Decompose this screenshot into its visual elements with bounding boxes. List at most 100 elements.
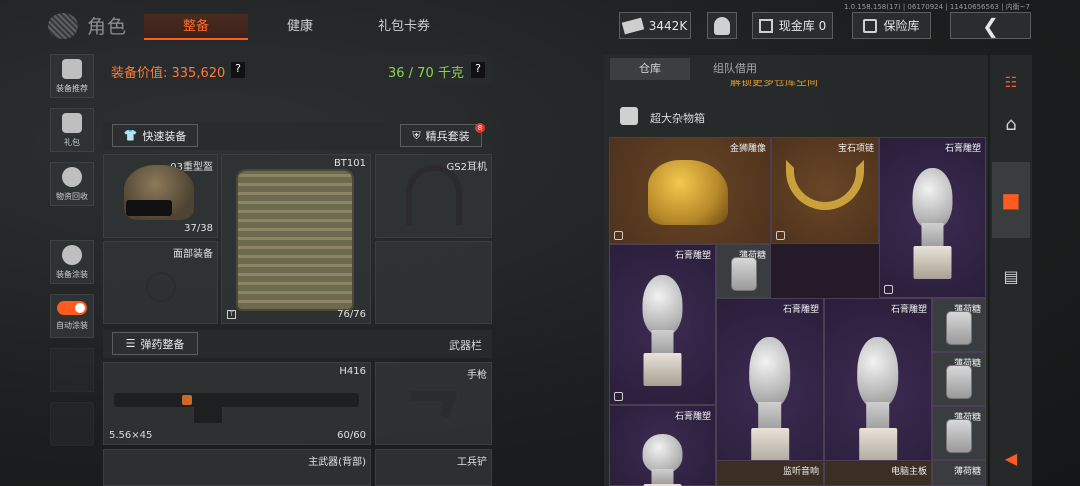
sidebar-item-label: 装备推荐 [56, 83, 88, 93]
equipment-summary-bar: 装备价值: 335,620 ? 36 / 70 千克 ? [103, 55, 492, 85]
ammo-caliber: 5.56×45 [109, 430, 153, 441]
tab-gift-cards[interactable]: 礼包卡券 [352, 14, 456, 40]
storage-grid: 金狮雕像 宝石项链 石膏雕塑 石膏雕塑 薄荷糖 石膏雕塑 石膏雕塑 薄荷糖 薄荷… [609, 137, 986, 486]
tag-icon: T [227, 310, 236, 319]
pistol-grip [439, 398, 455, 418]
sidebar-item-skin[interactable]: 装备涂装 [50, 240, 94, 284]
armor-slot[interactable]: BT101 T 76/76 [221, 154, 371, 324]
elite-set-button[interactable]: ⛨ 精兵套装 [400, 124, 482, 147]
statue-image [738, 336, 802, 467]
helmet-slot[interactable]: 03重型盔 37/38 [103, 154, 218, 238]
mint-candy-image [946, 364, 972, 399]
quick-equip-label: 快速装备 [142, 129, 187, 143]
item-label: 薄荷糖 [953, 467, 981, 477]
item-corner-icon [614, 231, 623, 240]
sidebar-item-label: 礼包 [64, 137, 80, 147]
tab-loadout[interactable]: 整备 [144, 14, 248, 40]
item-gem-necklace[interactable]: 宝石项链 [771, 137, 879, 244]
safe-label: 保险库 [883, 19, 920, 33]
sidebar-item-label: 装备涂装 [56, 269, 88, 279]
item-plaster-statue[interactable]: 石膏雕塑 [609, 405, 716, 486]
item-mint-candy[interactable]: 薄荷糖 [932, 460, 986, 486]
armor-vest-image [236, 169, 354, 311]
gold-lion-image [648, 160, 728, 225]
rifle-image [114, 393, 359, 407]
item-mint-candy[interactable]: 薄荷糖 [716, 244, 771, 298]
statue-image [631, 274, 694, 386]
weapon-bar-label: 武器栏 [449, 339, 482, 352]
item-gold-lion[interactable]: 金狮雕像 [609, 137, 771, 244]
item-motherboard[interactable]: 电脑主板 [824, 460, 932, 486]
ammo-prep-button[interactable]: ☰ 弹药整备 [112, 332, 198, 355]
page-title: 角色 [87, 16, 128, 38]
item-plaster-statue[interactable]: 石膏雕塑 [609, 244, 716, 405]
item-label: 石膏雕塑 [674, 412, 711, 422]
item-speaker[interactable]: 监听音响 [716, 460, 824, 486]
warehouse-box-icon[interactable]: ■ [992, 162, 1030, 238]
box-icon [620, 107, 638, 125]
shield-icon: ⛨ [412, 128, 421, 142]
sidebar-empty-slot [50, 348, 94, 392]
cash-vault-label: 现金库 0 [778, 19, 827, 33]
item-mint-candy[interactable]: 薄荷糖 [932, 298, 986, 352]
skin-icon [62, 244, 82, 265]
shovel-slot[interactable]: 工兵铲 [375, 449, 492, 486]
back-weapon-slot[interactable]: 主武器(背部) [103, 449, 371, 486]
sidebar-item-recycle[interactable]: 物资回收 [50, 162, 94, 206]
item-mint-candy[interactable]: 薄荷糖 [932, 352, 986, 406]
mint-candy-image [946, 418, 972, 453]
headset-slot[interactable]: GS2耳机 [375, 154, 492, 238]
item-label: 石膏雕塑 [890, 305, 927, 315]
item-mint-candy[interactable]: 薄荷糖 [932, 406, 986, 460]
tab-health[interactable]: 健康 [250, 14, 350, 40]
operator-button[interactable] [707, 12, 737, 39]
tab-team-borrow[interactable]: 组队借用 [690, 58, 780, 80]
item-label: 监听音响 [782, 467, 819, 477]
quick-equip-button[interactable]: 👕 快速装备 [112, 124, 198, 147]
cash-vault-button[interactable]: 现金库 0 [752, 12, 833, 39]
weight-help-icon[interactable]: ? [471, 62, 485, 78]
pistol-label: 手枪 [467, 370, 487, 381]
primary-weapon-slot[interactable]: H416 5.56×45 60/60 [103, 362, 371, 445]
item-plaster-statue[interactable]: 石膏雕塑 [824, 298, 932, 486]
statue-image [846, 336, 910, 467]
empty-gear-slot[interactable] [375, 241, 492, 324]
face-label: 面部装备 [173, 249, 213, 260]
sidebar-item-gift[interactable]: 礼包 [50, 108, 94, 152]
armor-label: BT101 [333, 158, 366, 169]
box-name: 超大杂物箱 [650, 112, 705, 125]
currency-display[interactable]: 3442K [619, 12, 691, 39]
shirt-icon: 👕 [123, 129, 138, 142]
armor-durability: 76/76 [337, 309, 366, 320]
recycle-icon [62, 166, 82, 187]
tab-warehouse[interactable]: 仓库 [610, 58, 690, 80]
safe-button[interactable]: 保险库 [852, 12, 931, 39]
item-label: 石膏雕塑 [782, 305, 819, 315]
statue-image [631, 433, 694, 486]
version-text: 1.0.158.158(17) | 06170924 | 11410656563… [843, 3, 1030, 11]
card-icon[interactable]: ▤ [992, 248, 1030, 304]
rifle-magazine [194, 405, 222, 423]
item-plaster-statue[interactable]: 石膏雕塑 [716, 298, 824, 486]
sidebar-item-label: 物资回收 [56, 191, 88, 201]
home-icon[interactable]: ⌂ [992, 96, 1030, 152]
sidebar-item-label: 自动涂装 [56, 321, 88, 330]
face-slot[interactable]: 面部装备 [103, 241, 218, 324]
necklace-image [786, 160, 864, 210]
headset-icon [406, 165, 462, 225]
value-help-icon[interactable]: ? [231, 62, 245, 78]
primary-weapon-label: H416 [339, 366, 366, 377]
pistol-slot[interactable]: 手枪 [375, 362, 492, 445]
toggle-switch[interactable] [57, 301, 87, 315]
collapse-arrow-icon[interactable]: ◀ [992, 432, 1030, 484]
unlock-banner[interactable]: 解锁更多仓库空间 [730, 80, 890, 90]
headset-label: GS2耳机 [446, 162, 487, 173]
chevron-left-icon: ❮ [982, 13, 999, 38]
back-button[interactable]: ❮ [950, 12, 1031, 39]
sidebar-item-recommend[interactable]: 装备推荐 [50, 54, 94, 98]
vault-icon [758, 18, 773, 33]
item-corner-icon [884, 285, 893, 294]
item-plaster-statue[interactable]: 石膏雕塑 [879, 137, 986, 298]
sidebar-item-auto-skin[interactable]: 自动涂装 [50, 294, 94, 338]
item-corner-icon [614, 392, 623, 401]
